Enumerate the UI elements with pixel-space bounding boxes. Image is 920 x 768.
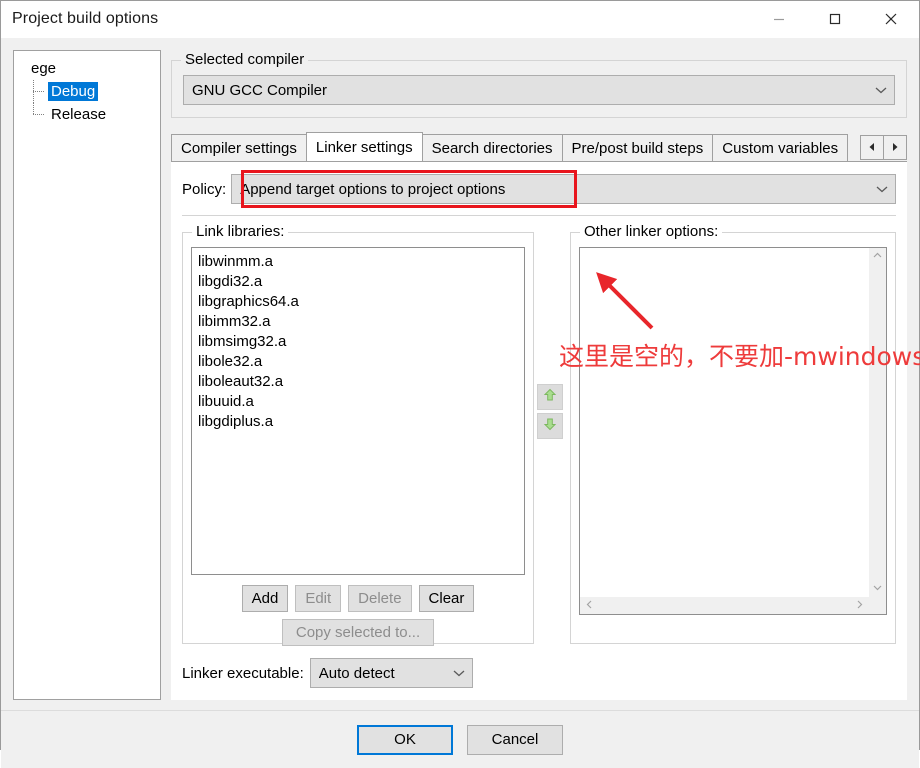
ok-button[interactable]: OK xyxy=(357,724,453,755)
linker-settings-page: Policy: Append target options to project… xyxy=(171,161,907,700)
move-up-button[interactable] xyxy=(537,384,563,410)
tree-connector-icon xyxy=(28,103,48,126)
tree-item-release[interactable]: Release xyxy=(14,103,160,126)
list-item[interactable]: libimm32.a xyxy=(198,312,524,332)
reorder-buttons xyxy=(537,384,563,439)
minimize-icon xyxy=(772,12,786,26)
policy-dropdown[interactable]: Append target options to project options xyxy=(231,174,896,204)
tab-pre-post-build-steps[interactable]: Pre/post build steps xyxy=(561,134,714,161)
chevron-right-icon xyxy=(891,139,899,156)
vertical-scrollbar[interactable] xyxy=(869,248,886,597)
dialog-footer: OK Cancel xyxy=(1,710,919,768)
policy-label: Policy: xyxy=(182,180,227,198)
tab-linker-settings[interactable]: Linker settings xyxy=(305,132,423,161)
list-item[interactable]: libmsimg32.a xyxy=(198,332,524,352)
list-item[interactable]: liboleaut32.a xyxy=(198,372,524,392)
tab-compiler-settings[interactable]: Compiler settings xyxy=(171,134,307,161)
edit-button: Edit xyxy=(295,585,342,612)
scroll-down-icon[interactable] xyxy=(869,580,886,597)
arrow-down-icon xyxy=(542,416,558,436)
linker-executable-row: Linker executable: Auto detect xyxy=(171,644,907,688)
add-button[interactable]: Add xyxy=(241,585,289,612)
arrow-up-icon xyxy=(542,387,558,407)
tab-scroll-left-button[interactable] xyxy=(860,135,884,160)
policy-dropdown-value: Append target options to project options xyxy=(240,180,506,198)
maximize-button[interactable] xyxy=(807,1,863,37)
tree-item-debug[interactable]: Debug xyxy=(14,80,160,103)
link-libraries-title: Link libraries: xyxy=(192,223,289,240)
horizontal-scrollbar[interactable] xyxy=(580,597,869,614)
minimize-button[interactable] xyxy=(751,1,807,37)
tab-search-directories[interactable]: Search directories xyxy=(421,134,563,161)
chevron-down-icon xyxy=(868,86,894,94)
tree-item-project[interactable]: ege xyxy=(14,57,160,80)
linker-executable-label: Linker executable: xyxy=(182,664,304,682)
linker-executable-dropdown[interactable]: Auto detect xyxy=(309,658,473,688)
link-libraries-button-row: Add Edit Delete Clear xyxy=(191,585,525,612)
tab-scroll-right-button[interactable] xyxy=(883,135,907,160)
scroll-left-icon[interactable] xyxy=(582,597,597,615)
other-linker-options-value[interactable] xyxy=(580,248,869,597)
tab-label: Compiler settings xyxy=(181,139,297,157)
tab-custom-variables[interactable]: Custom variables xyxy=(712,134,849,161)
tab-label: Search directories xyxy=(431,139,553,157)
scroll-up-icon[interactable] xyxy=(869,248,886,265)
copy-selected-row: Copy selected to... xyxy=(191,619,525,646)
tab-label: Custom variables xyxy=(722,139,839,157)
move-down-button[interactable] xyxy=(537,413,563,439)
compiler-dropdown-value: GNU GCC Compiler xyxy=(192,81,328,99)
reorder-column xyxy=(534,232,570,644)
copy-selected-to-button: Copy selected to... xyxy=(282,619,434,646)
settings-tabstrip: Compiler settings Linker settings Search… xyxy=(171,132,907,161)
tab-label: Linker settings xyxy=(315,138,413,156)
list-item[interactable]: libgraphics64.a xyxy=(198,292,524,312)
list-item[interactable]: libgdi32.a xyxy=(198,272,524,292)
list-item[interactable]: libuuid.a xyxy=(198,392,524,412)
dialog-body: ege Debug Release Selected compiler GNU … xyxy=(1,38,919,710)
other-linker-options-title: Other linker options: xyxy=(580,223,723,240)
selected-compiler-title: Selected compiler xyxy=(181,51,309,68)
close-icon xyxy=(883,11,899,27)
link-libraries-listbox[interactable]: libwinmm.a libgdi32.a libgraphics64.a li… xyxy=(191,247,525,575)
chevron-down-icon xyxy=(446,669,472,677)
other-linker-options-column: Other linker options: xyxy=(570,223,896,644)
compiler-dropdown[interactable]: GNU GCC Compiler xyxy=(183,75,895,105)
settings-panel: Selected compiler GNU GCC Compiler Compi… xyxy=(171,46,907,710)
tabstrip-nav xyxy=(860,135,907,161)
targets-tree[interactable]: ege Debug Release xyxy=(13,50,161,700)
cancel-button[interactable]: Cancel xyxy=(467,724,563,755)
clear-button[interactable]: Clear xyxy=(418,585,475,612)
policy-row: Policy: Append target options to project… xyxy=(171,162,907,208)
scrollbar-corner xyxy=(869,597,886,614)
link-libraries-column: Link libraries: libwinmm.a libgdi32.a li… xyxy=(182,223,534,646)
tree-item-label-release: Release xyxy=(51,106,107,123)
chevron-left-icon xyxy=(868,139,876,156)
list-item[interactable]: libole32.a xyxy=(198,352,524,372)
linker-columns: Link libraries: libwinmm.a libgdi32.a li… xyxy=(171,216,907,646)
tree-root-label: ege xyxy=(31,60,57,77)
tab-label: Pre/post build steps xyxy=(571,139,704,157)
scroll-right-icon[interactable] xyxy=(852,597,867,615)
selected-compiler-group: Selected compiler GNU GCC Compiler xyxy=(171,51,907,118)
list-item[interactable]: libwinmm.a xyxy=(198,252,524,272)
title-bar: Project build options xyxy=(1,1,919,38)
tree-item-label-debug: Debug xyxy=(48,82,99,101)
tree-connector-icon xyxy=(28,80,48,103)
window-title: Project build options xyxy=(12,10,159,27)
maximize-icon xyxy=(828,12,842,26)
chevron-down-icon xyxy=(869,185,895,193)
other-linker-options-textarea[interactable] xyxy=(579,247,887,615)
delete-button: Delete xyxy=(348,585,412,612)
list-item[interactable]: libgdiplus.a xyxy=(198,412,524,432)
project-build-options-dialog: Project build options ege Debug Release … xyxy=(0,0,920,768)
link-libraries-group: Link libraries: libwinmm.a libgdi32.a li… xyxy=(182,223,534,646)
close-button[interactable] xyxy=(863,1,919,37)
linker-executable-value: Auto detect xyxy=(318,664,395,682)
other-linker-options-group: Other linker options: xyxy=(570,223,896,644)
